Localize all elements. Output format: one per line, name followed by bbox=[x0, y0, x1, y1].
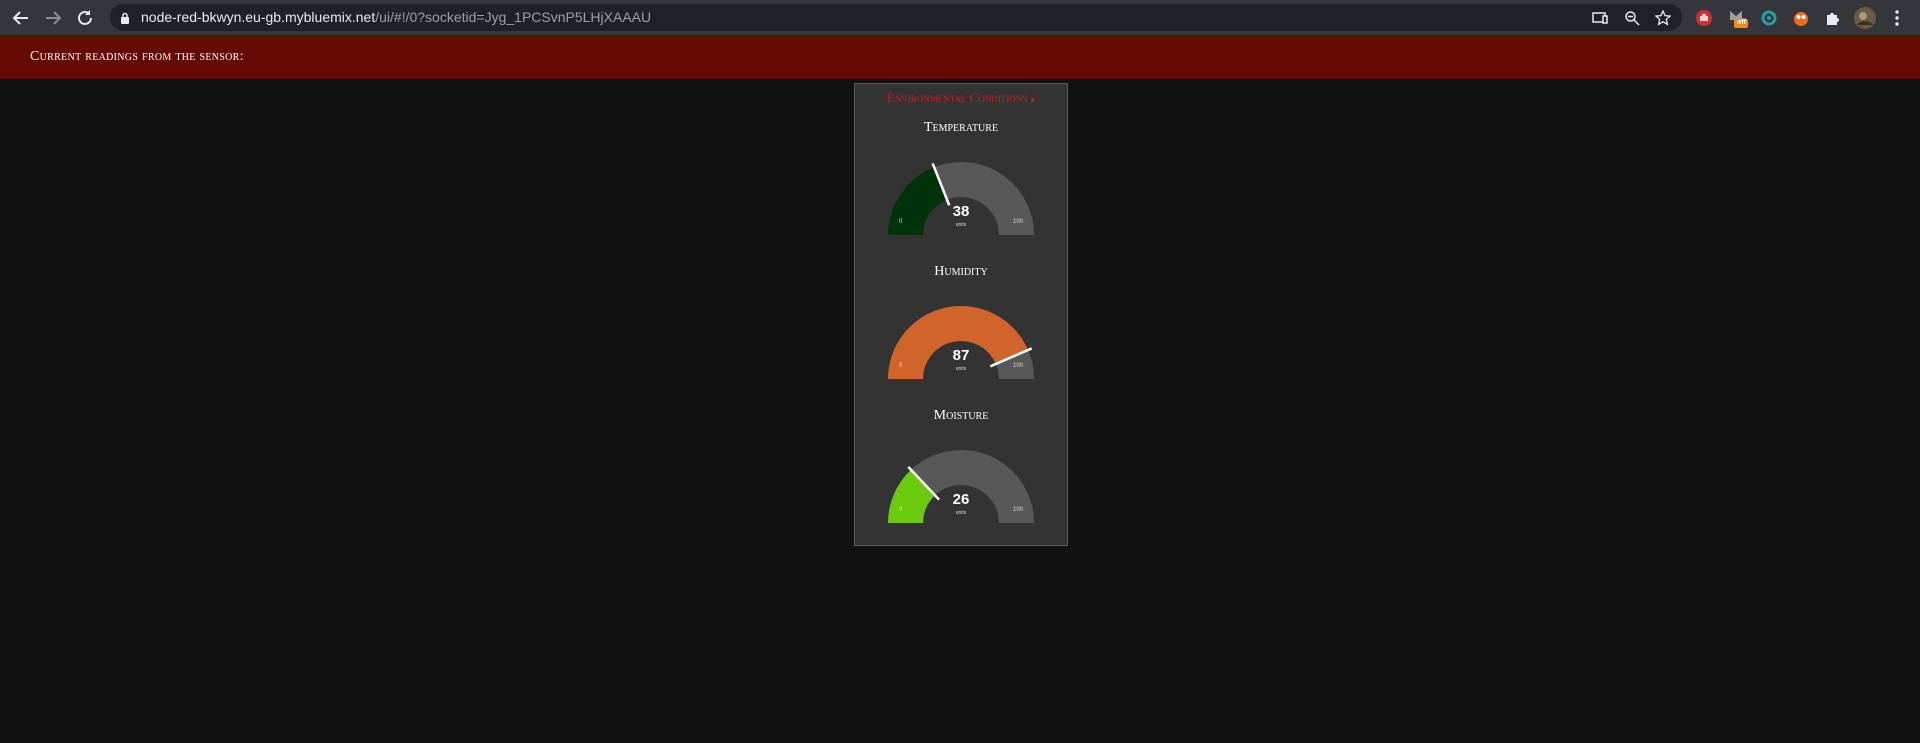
forward-arrow-icon[interactable] bbox=[40, 5, 66, 31]
url-host: node-red-bkwyn.eu-gb.mybluemix.net bbox=[141, 9, 376, 25]
gauge-min: 0 bbox=[899, 363, 903, 369]
more-menu-icon[interactable] bbox=[1886, 7, 1908, 29]
puzzle-extensions-icon[interactable] bbox=[1822, 7, 1844, 29]
gauge-moisture: Moisture 26 units 0 100 bbox=[855, 408, 1067, 548]
gauge-units: units bbox=[955, 366, 967, 372]
environmental-conditions-group: Environmental Conditions ▴ Temperature 3… bbox=[854, 83, 1068, 546]
collapse-triangle-icon[interactable]: ▴ bbox=[1031, 94, 1036, 104]
honey-extension-icon[interactable]: off bbox=[1726, 7, 1748, 29]
dashboard-header: Current readings from the sensor: bbox=[0, 35, 1920, 79]
page-title: Current readings from the sensor: bbox=[30, 49, 244, 64]
gauge-units: units bbox=[955, 510, 967, 516]
gauge-min: 0 bbox=[899, 219, 903, 225]
group-title-text: Environmental Conditions bbox=[886, 90, 1028, 105]
gauge-humidity: Humidity 87 units 0 100 bbox=[855, 264, 1067, 404]
reload-icon[interactable] bbox=[72, 5, 98, 31]
adblock-extension-icon[interactable] bbox=[1693, 7, 1715, 29]
gauge-min: 0 bbox=[899, 507, 903, 513]
lock-icon bbox=[120, 11, 130, 29]
gauge-max: 100 bbox=[1013, 219, 1024, 225]
zoom-icon[interactable] bbox=[1622, 8, 1642, 28]
address-bar[interactable]: node-red-bkwyn.eu-gb.mybluemix.net/ui/#!… bbox=[110, 4, 1682, 31]
gauge-dial bbox=[888, 306, 1034, 379]
star-bookmark-icon[interactable] bbox=[1653, 8, 1673, 28]
flame-extension-icon[interactable] bbox=[1790, 7, 1812, 29]
gauge-units: units bbox=[955, 222, 967, 228]
extension-badge: off bbox=[1737, 19, 1746, 26]
gauge-value: 38 bbox=[952, 203, 970, 220]
browser-toolbar: node-red-bkwyn.eu-gb.mybluemix.net/ui/#!… bbox=[0, 0, 1920, 35]
profile-avatar-icon[interactable] bbox=[1854, 7, 1876, 29]
url-text[interactable]: node-red-bkwyn.eu-gb.mybluemix.net/ui/#!… bbox=[141, 4, 651, 31]
back-arrow-icon[interactable] bbox=[8, 5, 34, 31]
teal-ring-extension-icon[interactable] bbox=[1758, 7, 1780, 29]
gauge-value: 26 bbox=[952, 491, 970, 508]
cast-icon[interactable] bbox=[1590, 8, 1610, 28]
group-title[interactable]: Environmental Conditions ▴ bbox=[855, 90, 1067, 106]
gauge-value: 87 bbox=[952, 347, 970, 364]
gauge-dial bbox=[888, 450, 1034, 523]
gauge-dial bbox=[888, 162, 1034, 235]
url-path: /ui/#!/0?socketid=Jyg_1PCSvnP5LHjXAAAU bbox=[375, 9, 652, 25]
gauge-max: 100 bbox=[1013, 363, 1024, 369]
gauge-temperature: Temperature 38 units 0 100 bbox=[855, 120, 1067, 260]
gauge-max: 100 bbox=[1013, 507, 1024, 513]
